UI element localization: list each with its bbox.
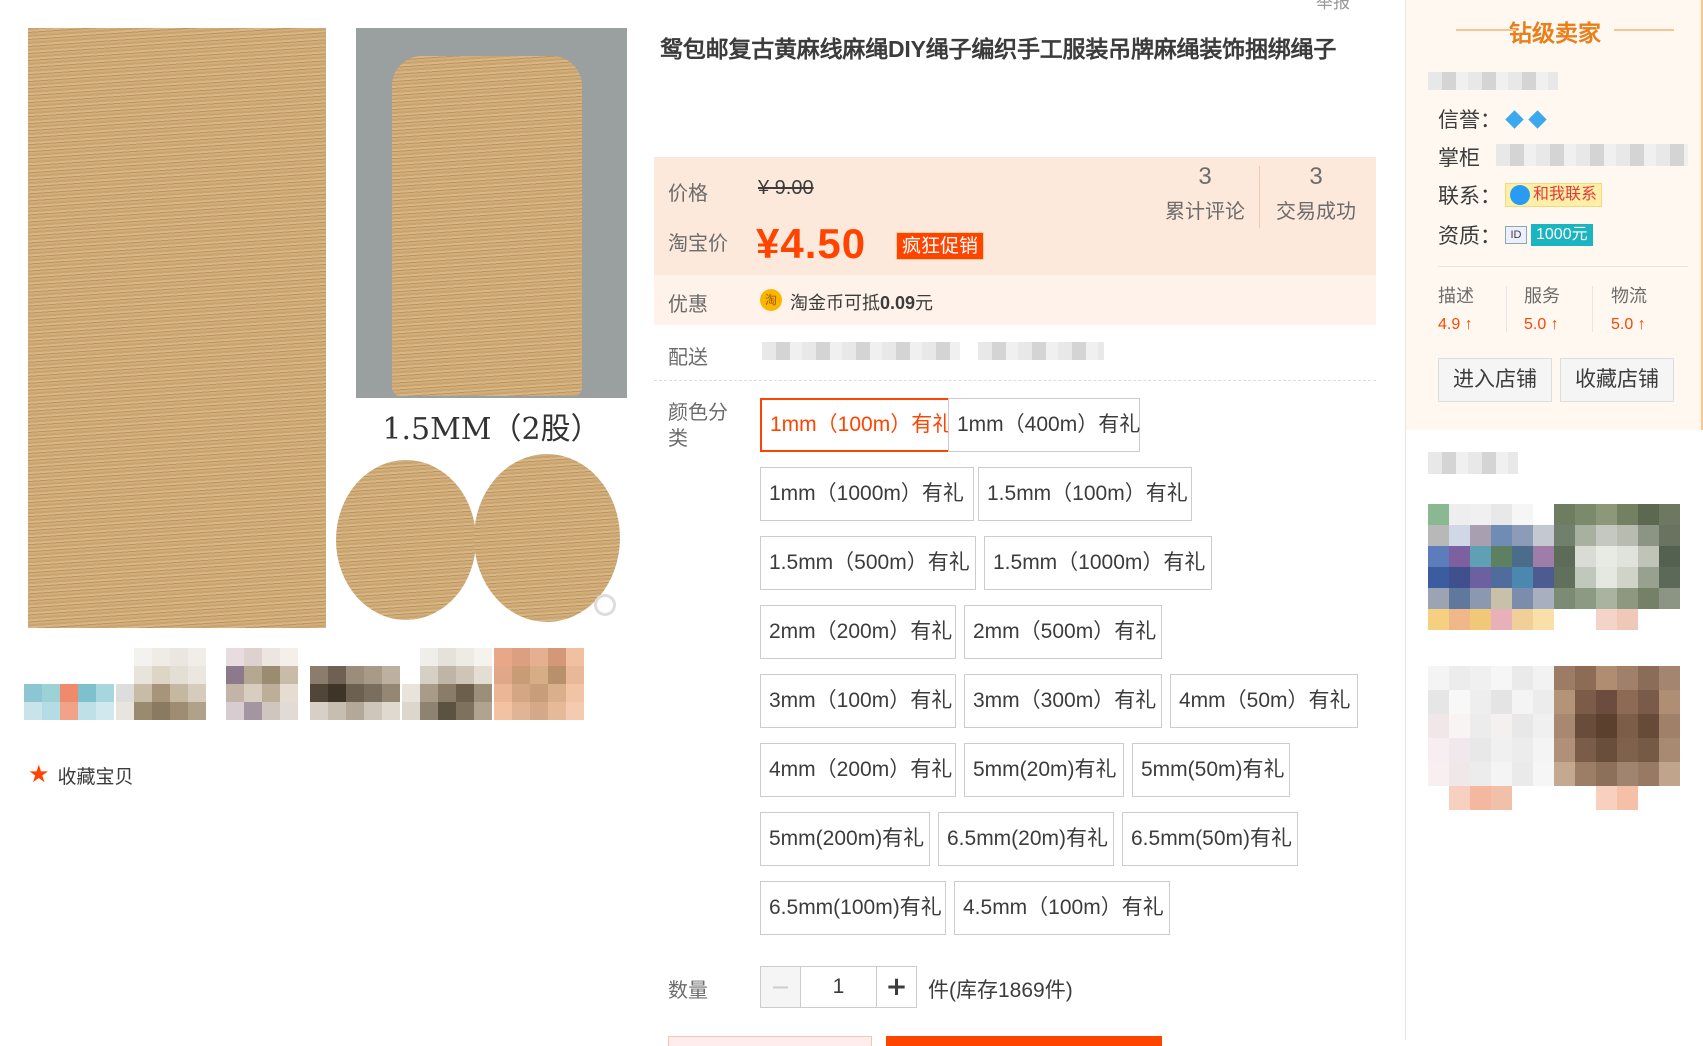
quantity-input[interactable]: 1 — [801, 967, 876, 1007]
shopkeeper-label: 掌柜 — [1438, 147, 1480, 170]
score-divider — [1592, 286, 1593, 332]
sku-option[interactable]: 6.5mm(20m)有礼 — [938, 812, 1114, 866]
coin-discount-text: 淘金币可抵0.09元 — [790, 293, 934, 313]
thumbnail-2[interactable] — [116, 648, 206, 738]
discount-label: 优惠 — [668, 294, 708, 316]
thumbnail-4[interactable] — [310, 648, 400, 738]
diamond-icon — [1528, 109, 1547, 129]
zoom-icon[interactable] — [594, 594, 616, 616]
delivery-fee-blurred — [978, 342, 1104, 360]
buy-now-button[interactable] — [668, 1036, 872, 1046]
quantity-stepper: − 1 + — [760, 966, 917, 1008]
product-info: 举报 鸳包邮复古黄麻线麻绳DIY绳子编织手工服装吊牌麻绳装饰捆绑绳子 价格 ¥ … — [650, 0, 1380, 1046]
id-verified-icon[interactable]: ID — [1505, 226, 1527, 244]
favorite-item-button[interactable]: ★ 收藏宝贝 — [28, 760, 134, 790]
sku-option[interactable]: 3mm（100m）有礼 — [760, 674, 956, 728]
shopkeeper-name-blurred[interactable] — [1496, 144, 1688, 166]
sku-option[interactable]: 6.5mm(50m)有礼 — [1122, 812, 1298, 866]
taobao-coin-icon: 淘 — [760, 289, 782, 311]
shopkeeper-row: 掌柜 — [1438, 142, 1480, 172]
enter-shop-button[interactable]: 进入店铺 — [1438, 358, 1552, 402]
promo-badge: 疯狂促销 — [896, 232, 985, 260]
thumbnail-5[interactable] — [402, 648, 492, 738]
score-logistics: 物流 5.0 ↑ — [1611, 286, 1647, 333]
taobao-price-label: 淘宝价 — [668, 233, 728, 255]
sku-option[interactable]: 4mm（200m）有礼 — [760, 743, 956, 797]
seller-level-title: 钻级卖家 — [1406, 14, 1703, 48]
contact-seller-button[interactable]: 和我联系 — [1505, 183, 1603, 207]
recommended-product-3[interactable] — [1428, 666, 1554, 810]
report-link[interactable]: 举报 — [1316, 0, 1350, 13]
thumbnail-3[interactable] — [208, 648, 298, 738]
star-icon: ★ — [28, 761, 50, 788]
sku-option[interactable]: 3mm（300m）有礼 — [964, 674, 1162, 728]
recommended-product-4[interactable] — [1554, 666, 1680, 810]
credit-row: 信誉： — [1438, 104, 1547, 134]
contact-label: 联系： — [1438, 185, 1501, 208]
main-product-image[interactable]: 1.5MM（2股） — [28, 28, 627, 628]
twine-spool-closeup — [28, 28, 326, 628]
qualification-label: 资质： — [1438, 225, 1501, 248]
delivery-location-blurred — [762, 342, 960, 360]
contact-row: 联系： 和我联系 — [1438, 180, 1603, 210]
recommend-title-blurred — [1428, 452, 1518, 474]
sku-option[interactable]: 1mm（1000m）有礼 — [760, 467, 974, 521]
thumbnail-6[interactable] — [494, 648, 584, 738]
diamond-icon — [1505, 109, 1524, 129]
sku-option[interactable]: 5mm(200m)有礼 — [760, 812, 930, 866]
delivery-label: 配送 — [668, 347, 708, 369]
seller-panel: 钻级卖家 信誉： 掌柜 联系： 和我联系 资质： ID 1000元 描述 4.9 … — [1405, 0, 1703, 1040]
seller-divider — [1438, 266, 1688, 267]
price-label: 价格 — [668, 183, 708, 205]
stock-text: 件(库存1869件) — [928, 979, 1073, 1002]
score-service: 服务 5.0 ↑ — [1524, 286, 1560, 333]
seller-info-card: 钻级卖家 信誉： 掌柜 联系： 和我联系 资质： ID 1000元 描述 4.9 … — [1406, 0, 1703, 430]
deal-label: 交易成功 — [1276, 201, 1356, 223]
sku-option[interactable]: 1.5mm（500m）有礼 — [760, 536, 976, 590]
twine-cone-photo — [356, 28, 627, 398]
product-gallery: 1.5MM（2股） ★ 收藏宝贝 — [0, 0, 640, 1040]
deposit-badge[interactable]: 1000元 — [1531, 224, 1593, 246]
product-title: 鸳包邮复古黄麻线麻绳DIY绳子编织手工服装吊牌麻绳装饰捆绑绳子 — [660, 36, 1337, 62]
quantity-increase-button[interactable]: + — [876, 967, 916, 1007]
sku-option[interactable]: 1.5mm（100m）有礼 — [978, 467, 1192, 521]
add-to-cart-button[interactable] — [886, 1036, 1162, 1046]
stat-divider — [1259, 166, 1260, 228]
deal-count: 3 — [1309, 163, 1323, 190]
chat-icon — [1510, 185, 1530, 205]
review-stat[interactable]: 3 累计评论 — [1155, 163, 1255, 224]
sku-option[interactable]: 4mm（50m）有礼 — [1170, 674, 1358, 728]
image-caption: 1.5MM（2股） — [382, 412, 601, 447]
sku-option[interactable]: 4.5mm（100m）有礼 — [954, 881, 1170, 935]
sku-option[interactable]: 2mm（500m）有礼 — [964, 605, 1162, 659]
thumbnail-strip — [24, 648, 584, 738]
current-price: ¥4.50 — [756, 220, 867, 267]
review-count: 3 — [1198, 163, 1212, 190]
shop-name-blurred[interactable] — [1428, 72, 1558, 90]
favorite-item-label: 收藏宝贝 — [57, 766, 134, 788]
sku-option[interactable]: 1mm（100m）有礼 — [760, 398, 958, 452]
qualification-row: 资质： ID 1000元 — [1438, 220, 1593, 250]
sku-option[interactable]: 2mm（200m）有礼 — [760, 605, 956, 659]
favorite-shop-button[interactable]: 收藏店铺 — [1560, 358, 1674, 402]
recommended-product-2[interactable] — [1554, 504, 1680, 630]
sku-option[interactable]: 1mm（400m）有礼 — [948, 398, 1140, 452]
original-price: ¥ 9.00 — [758, 177, 814, 199]
sku-label: 颜色分类 — [668, 402, 728, 450]
score-description: 描述 4.9 ↑ — [1438, 286, 1474, 333]
credit-label: 信誉： — [1438, 109, 1501, 132]
review-label: 累计评论 — [1165, 201, 1245, 223]
quantity-decrease-button[interactable]: − — [761, 967, 801, 1007]
sku-option[interactable]: 5mm(20m)有礼 — [964, 743, 1124, 797]
sku-option[interactable]: 5mm(50m)有礼 — [1132, 743, 1290, 797]
thumbnail-1[interactable] — [24, 648, 114, 738]
sku-option[interactable]: 6.5mm(100m)有礼 — [760, 881, 946, 935]
score-divider — [1506, 286, 1507, 332]
quantity-label: 数量 — [668, 980, 708, 1002]
recommended-product-1[interactable] — [1428, 504, 1554, 630]
section-divider — [654, 380, 1376, 381]
sku-option[interactable]: 1.5mm（1000m）有礼 — [984, 536, 1212, 590]
twine-roll-left — [336, 460, 476, 620]
deal-stat: 3 交易成功 — [1266, 163, 1366, 224]
